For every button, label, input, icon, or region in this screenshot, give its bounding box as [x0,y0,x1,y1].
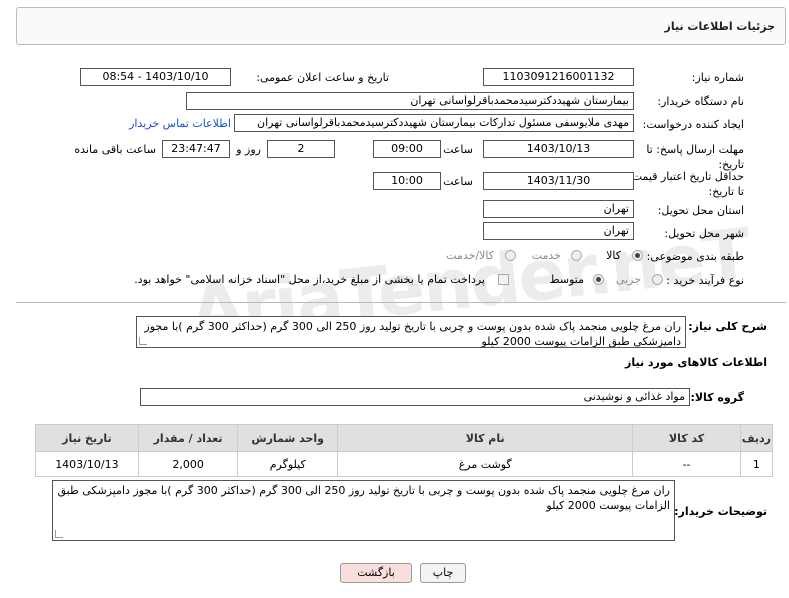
divider [16,302,786,303]
col-code: کد کالا [632,424,741,452]
process-label: نوع فرآیند خرید : [666,274,744,287]
process-radio-medium[interactable] [593,274,604,285]
process-radio-minor[interactable] [652,274,663,285]
province-label: استان محل تحویل: [657,204,744,217]
resize-handle[interactable] [55,530,63,538]
treasury-note: پرداخت تمام یا بخشی از مبلغ خرید،از محل … [134,273,485,286]
treasury-checkbox[interactable] [498,274,509,285]
validity-time-label: ساعت [443,175,473,188]
description-text: ران مرغ چلویی منجمد پاک شده بدون پوست و … [144,320,681,348]
days-label: روز و [236,143,261,156]
announce-field: 1403/10/10 - 08:54 [80,68,231,86]
table-row: 1 -- گوشت مرغ کیلوگرم 2,000 1403/10/13 [35,451,774,477]
buyer-field: بیمارستان شهیددکترسیدمحمدباقرلواسانی تهر… [186,92,634,110]
col-row: ردیف [739,424,774,452]
remaining-time-field: 23:47:47 [162,140,230,158]
category-label: طبقه بندی موضوعی: [646,250,744,263]
goods-section-title: اطلاعات کالاهای مورد نیاز [625,356,767,369]
creator-label: ایجاد کننده درخواست: [642,118,744,131]
category-option-service: خدمت [531,249,561,262]
table-header-row: ردیف کد کالا نام کالا واحد شمارش تعداد /… [35,424,774,452]
days-field: 2 [267,140,335,158]
print-button[interactable]: چاپ [420,563,466,583]
validity-label: حداقل تاریخ اعتبار قیمت: تا تاریخ: [628,170,744,198]
category-radio-service[interactable] [571,250,582,261]
col-name: نام کالا [337,424,634,452]
buyer-notes-label: توضیحات خریدار: [674,505,767,518]
deadline-time-field: 09:00 [373,140,441,158]
need-number-field: 1103091216001132 [483,68,634,86]
goods-group-label: گروه کالا: [690,391,744,404]
buyer-notes-textarea: ران مرغ چلویی منجمد پاک شده بدون پوست و … [52,480,675,541]
remaining-label: ساعت باقی مانده [74,143,156,156]
need-number-label: شماره نیاز: [691,71,744,84]
category-radio-goods-service[interactable] [505,250,516,261]
city-label: شهر محل تحویل: [664,227,744,240]
cell-row: 1 [739,451,774,477]
cell-name: گوشت مرغ [337,451,634,477]
creator-field: مهدی ملایوسفی مسئول تدارکات بیمارستان شه… [234,114,634,132]
cell-unit: کیلوگرم [237,451,339,477]
validity-time-field: 10:00 [373,172,441,190]
city-field: تهران [483,222,634,240]
cell-date: 1403/10/13 [35,451,139,477]
cell-qty: 2,000 [137,451,239,477]
contact-link[interactable]: اطلاعات تماس خریدار [129,117,231,130]
description-label: شرح کلی نیاز: [688,320,767,333]
goods-group-field: مواد غذائی و نوشیدنی [140,388,690,406]
announce-label: تاریخ و ساعت اعلان عمومی: [256,71,389,84]
page-header: جزئیات اطلاعات نیاز [16,7,786,45]
col-date: تاریخ نیاز [35,424,139,452]
description-textarea: ران مرغ چلویی منجمد پاک شده بدون پوست و … [136,316,686,348]
page: AriaTender.neT جزئیات اطلاعات نیاز شماره… [0,0,789,598]
buyer-label: نام دستگاه خریدار: [657,95,744,108]
goods-table: ردیف کد کالا نام کالا واحد شمارش تعداد /… [35,424,774,477]
page-title: جزئیات اطلاعات نیاز [664,20,776,33]
validity-date-field: 1403/11/30 [483,172,634,190]
deadline-label: مهلت ارسال پاسخ: تا تاریخ: [646,143,744,171]
category-radio-goods[interactable] [632,250,643,261]
col-qty: تعداد / مقدار [137,424,239,452]
category-option-goods-service: کالا/خدمت [446,249,494,262]
process-option-minor: جزیی [615,273,641,286]
buyer-notes-text: ران مرغ چلویی منجمد پاک شده بدون پوست و … [57,484,670,512]
category-option-goods: کالا [606,249,621,262]
resize-handle[interactable] [139,337,147,345]
col-unit: واحد شمارش [237,424,339,452]
process-option-medium: متوسط [549,273,584,286]
cell-code: -- [632,451,741,477]
deadline-date-field: 1403/10/13 [483,140,634,158]
province-field: تهران [483,200,634,218]
back-button[interactable]: بازگشت [340,563,412,583]
deadline-time-label: ساعت [443,143,473,156]
